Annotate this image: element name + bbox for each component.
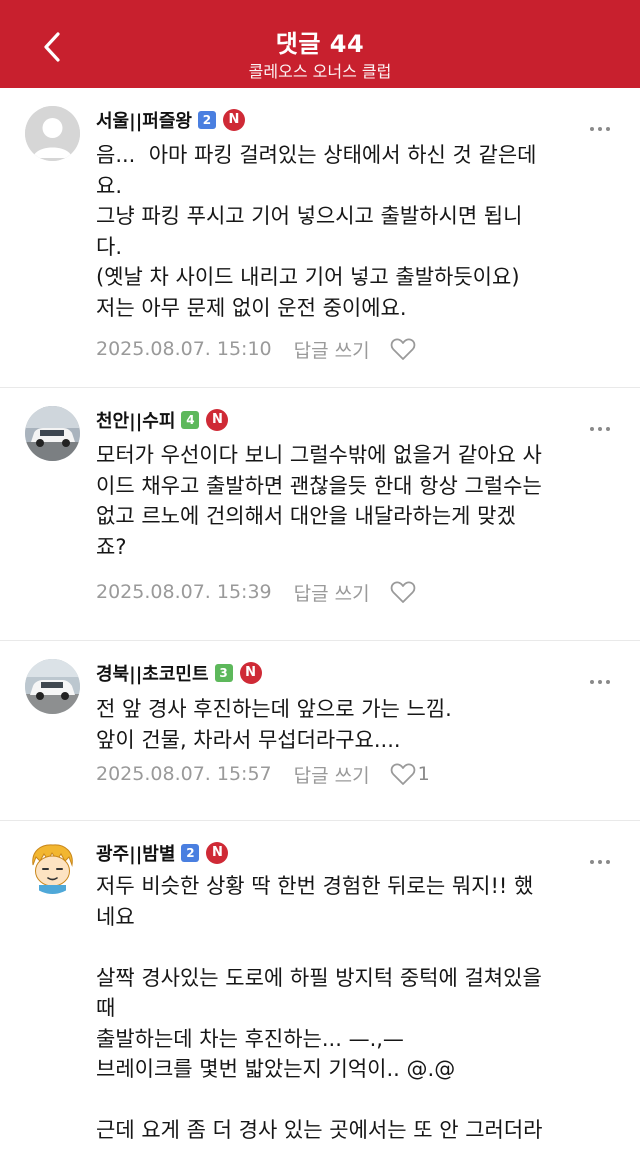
default-avatar-icon bbox=[25, 106, 80, 161]
comment-meta: 2025.08.07. 15:10 답글 쓰기 bbox=[96, 334, 416, 364]
author-row: 서울||퍼즐왕 2 N bbox=[96, 106, 245, 134]
author-row: 천안||수피 4 N bbox=[96, 406, 229, 434]
comment-item: 서울||퍼즐왕 2 N 음... 아마 파킹 걸려있는 상태에서 하신 것 같은… bbox=[0, 88, 640, 388]
comment-item: 천안||수피 4 N 모터가 우선이다 보니 그럴수밖에 없을거 같아요 사 이… bbox=[0, 388, 640, 641]
comment-meta: 2025.08.07. 15:57 답글 쓰기 1 bbox=[96, 759, 430, 789]
comment-text: 모터가 우선이다 보니 그럴수밖에 없을거 같아요 사 이드 채우고 출발하면 … bbox=[96, 443, 542, 559]
avatar[interactable] bbox=[25, 839, 80, 894]
author-name[interactable]: 광주||밤별 bbox=[96, 840, 175, 866]
grade-badge: 2 bbox=[197, 111, 216, 129]
cafe-name: 콜레오스 오너스 클럽 bbox=[248, 62, 392, 81]
cartoon-avatar-icon bbox=[25, 839, 80, 894]
comment-text: 음... 아마 파킹 걸려있는 상태에서 하신 것 같은데 요. 그냥 파킹 푸… bbox=[96, 143, 537, 320]
comment-text: 저두 비슷한 상황 딱 한번 경험한 뒤로는 뭐지!! 했 네요 살짝 경사있는… bbox=[96, 874, 543, 1142]
new-badge: N bbox=[222, 109, 245, 131]
comment-date: 2025.08.07. 15:39 bbox=[96, 581, 272, 603]
heart-outline-icon bbox=[390, 763, 415, 785]
author-name[interactable]: 경북||초코민트 bbox=[96, 660, 209, 686]
more-options-button[interactable] bbox=[586, 669, 610, 688]
like-button[interactable] bbox=[390, 337, 416, 361]
grade-badge: 2 bbox=[181, 844, 200, 862]
new-badge: N bbox=[239, 662, 262, 684]
like-button[interactable]: 1 bbox=[390, 762, 430, 786]
reply-button[interactable]: 답글 쓰기 bbox=[294, 761, 370, 788]
more-options-button[interactable] bbox=[586, 416, 610, 435]
comment-meta: 2025.08.07. 15:39 답글 쓰기 bbox=[96, 577, 416, 607]
author-name[interactable]: 서울||퍼즐왕 bbox=[96, 107, 192, 133]
new-badge: N bbox=[206, 409, 229, 431]
comment-item: 광주||밤별 2 N 저두 비슷한 상황 딱 한번 경험한 뒤로는 뭐지!! 했… bbox=[0, 821, 640, 1161]
car-photo-avatar-icon bbox=[25, 406, 80, 461]
comment-date: 2025.08.07. 15:57 bbox=[96, 763, 272, 785]
header-bar: 댓글 44 콜레오스 오너스 클럽 bbox=[0, 0, 640, 88]
comment-text: 전 앞 경사 후진하는데 앞으로 가는 느낌. 앞이 건물, 차라서 무섭더라구… bbox=[96, 697, 452, 752]
author-row: 경북||초코민트 3 N bbox=[96, 659, 262, 687]
comment-list: 서울||퍼즐왕 2 N 음... 아마 파킹 걸려있는 상태에서 하신 것 같은… bbox=[0, 88, 640, 1161]
like-count: 1 bbox=[417, 763, 430, 785]
more-options-button[interactable] bbox=[586, 116, 610, 135]
reply-button[interactable]: 답글 쓰기 bbox=[294, 579, 370, 606]
like-button[interactable] bbox=[390, 580, 416, 604]
reply-button[interactable]: 답글 쓰기 bbox=[294, 336, 370, 363]
heart-outline-icon bbox=[390, 338, 415, 360]
author-row: 광주||밤별 2 N bbox=[96, 839, 229, 867]
avatar[interactable] bbox=[25, 106, 80, 161]
grade-badge: 3 bbox=[214, 664, 233, 682]
comment-item: 경북||초코민트 3 N 전 앞 경사 후진하는데 앞으로 가는 느낌. 앞이 … bbox=[0, 641, 640, 821]
car-photo-avatar-icon bbox=[25, 659, 80, 714]
new-badge: N bbox=[206, 842, 229, 864]
avatar[interactable] bbox=[25, 659, 80, 714]
more-options-button[interactable] bbox=[586, 849, 610, 868]
grade-badge: 4 bbox=[181, 411, 200, 429]
avatar[interactable] bbox=[25, 406, 80, 461]
comment-date: 2025.08.07. 15:10 bbox=[96, 338, 272, 360]
page-title: 댓글 44 bbox=[275, 30, 365, 58]
author-name[interactable]: 천안||수피 bbox=[96, 407, 175, 433]
heart-outline-icon bbox=[390, 581, 415, 603]
